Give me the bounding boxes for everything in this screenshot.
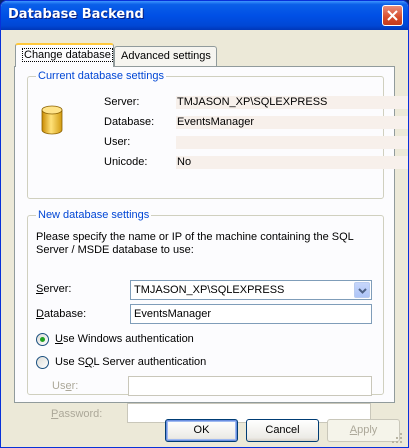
info-value-user (176, 136, 408, 149)
database-label-rest: atabase: (43, 308, 87, 320)
close-icon (387, 10, 398, 21)
chevron-down-icon (358, 288, 367, 294)
current-settings-group: Current database settings Server: TMJASO… (27, 70, 408, 199)
apply-button-key: A (349, 424, 358, 436)
server-combobox[interactable]: TMJASON_XP\SQLEXPRESS (130, 280, 372, 300)
info-value-server: TMJASON_XP\SQLEXPRESS (176, 96, 408, 109)
radio-windows-auth[interactable]: Use Windows authentication (36, 333, 376, 347)
database-label: Database: (36, 308, 86, 320)
server-combobox-value: TMJASON_XP\SQLEXPRESS (134, 284, 285, 296)
password-label-rest: assword: (58, 408, 103, 420)
user-label-rest: r: (71, 380, 79, 392)
database-field[interactable] (131, 305, 371, 323)
user-label: User: (52, 380, 78, 392)
ok-button[interactable]: OK (165, 419, 238, 442)
window-title: Database Backend (8, 7, 144, 22)
new-settings-title: New database settings (36, 209, 152, 221)
info-value-unicode: No (176, 156, 408, 169)
title-bar[interactable]: Database Backend (1, 1, 408, 30)
tab-advanced-settings-label: Advanced settings (121, 50, 211, 62)
cancel-button[interactable]: Cancel (246, 419, 319, 442)
sql-auth-pre: Use S (55, 356, 85, 368)
ok-button-label: OK (193, 424, 210, 436)
server-label-rest: erver: (43, 283, 72, 295)
info-label-database: Database: (104, 116, 155, 128)
database-field-box (130, 304, 372, 324)
password-label: Password: (51, 408, 102, 420)
user-label-pre: Us (52, 380, 66, 392)
new-settings-description: Please specify the name or IP of the mac… (36, 231, 354, 256)
dialog-client: Change database Advanced settings Curren… (4, 30, 408, 446)
tab-panel: Current database settings Server: TMJASO… (14, 66, 408, 423)
tab-change-database[interactable]: Change database (15, 43, 114, 67)
windows-auth-key: U (55, 333, 63, 345)
info-label-server: Server: (104, 96, 140, 108)
radio-windows-auth-circle (36, 333, 49, 346)
user-field-box (128, 376, 372, 396)
radio-selected-dot (40, 337, 45, 342)
dialog-window: Database Backend Change database Advance… (0, 0, 409, 448)
sql-auth-rest: L Server authentication (93, 356, 207, 368)
database-icon (41, 105, 63, 135)
cancel-button-label: Cancel (265, 424, 300, 436)
resize-grip-icon[interactable] (391, 432, 403, 444)
windows-auth-rest: se Windows authentication (62, 333, 194, 345)
radio-windows-auth-label: Use Windows authentication (55, 333, 194, 345)
radio-sql-auth[interactable]: Use SQL Server authentication (36, 356, 376, 370)
info-label-user: User: (104, 136, 131, 148)
info-label-unicode: Unicode: (104, 156, 148, 168)
apply-button[interactable]: Apply (327, 419, 400, 442)
radio-sql-auth-circle (36, 356, 49, 369)
close-button[interactable] (382, 5, 403, 26)
tab-change-database-label: Change database (22, 48, 113, 62)
new-settings-group: New database settings Please specify the… (27, 209, 384, 396)
apply-button-rest: pply (357, 424, 378, 436)
database-label-key: D (36, 308, 44, 320)
user-field[interactable] (129, 377, 371, 395)
tab-advanced-settings[interactable]: Advanced settings (114, 46, 217, 66)
info-value-database: EventsManager (176, 116, 408, 129)
current-settings-title: Current database settings (36, 70, 166, 82)
server-dropdown-button[interactable] (354, 282, 370, 298)
radio-sql-auth-label: Use SQL Server authentication (55, 356, 206, 368)
sql-auth-key: Q (84, 356, 94, 368)
server-label: Server: (36, 283, 71, 295)
